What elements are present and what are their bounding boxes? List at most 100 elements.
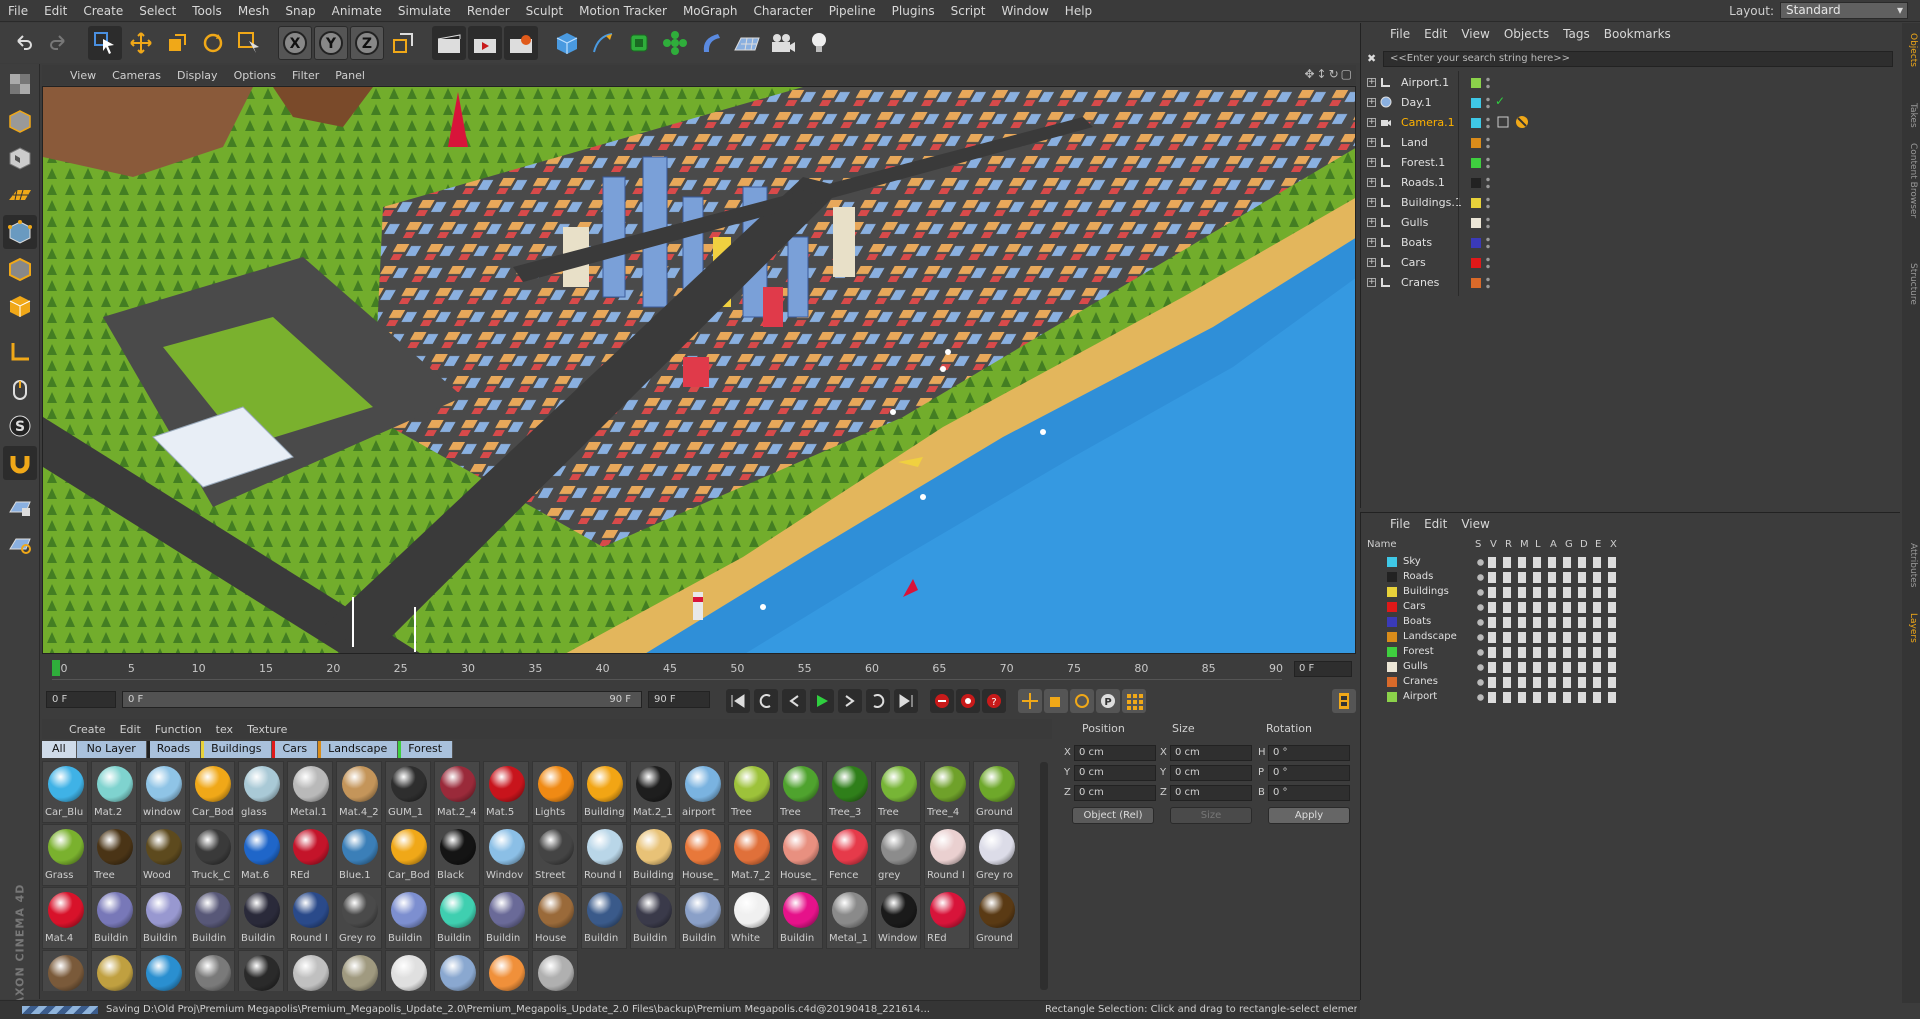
expand-toggle[interactable]: +: [1367, 178, 1376, 187]
object-row[interactable]: + Cranes: [1365, 273, 1895, 293]
material-swatch[interactable]: Tree: [777, 761, 823, 823]
size-y-field[interactable]: 0 cm: [1170, 765, 1252, 781]
material-swatch[interactable]: [238, 950, 284, 991]
next-frame-button[interactable]: [838, 689, 862, 713]
material-swatch[interactable]: Wood: [140, 824, 186, 886]
material-swatch[interactable]: Grey ro: [336, 887, 382, 949]
tweak-mode-button[interactable]: [3, 372, 37, 406]
material-swatch[interactable]: [91, 950, 137, 991]
material-swatch[interactable]: Buildin: [777, 887, 823, 949]
object-layer-color[interactable]: [1471, 158, 1481, 168]
lock-workplane-button[interactable]: [3, 527, 37, 561]
clear-search-icon[interactable]: ✖: [1367, 52, 1376, 65]
layers-menu-view[interactable]: View: [1454, 517, 1496, 531]
menu-mesh[interactable]: Mesh: [230, 0, 278, 22]
layer-row[interactable]: Boats: [1365, 615, 1895, 630]
render-picture-viewer-button[interactable]: [468, 26, 502, 60]
record-rotation-button[interactable]: [1070, 689, 1094, 713]
material-swatch[interactable]: Car_Blu: [42, 761, 88, 823]
object-layer-color[interactable]: [1471, 278, 1481, 288]
orbit-view-icon[interactable]: ↻: [1329, 67, 1339, 81]
make-editable-button[interactable]: [3, 67, 37, 101]
material-swatch[interactable]: airport: [679, 761, 725, 823]
object-row[interactable]: + Cars: [1365, 253, 1895, 273]
layer-column-v[interactable]: V: [1490, 539, 1497, 550]
render-view-button[interactable]: [432, 26, 466, 60]
material-swatch[interactable]: Buildin: [581, 887, 627, 949]
material-swatch[interactable]: Buildin: [140, 887, 186, 949]
menu-script[interactable]: Script: [943, 0, 994, 22]
expand-toggle[interactable]: +: [1367, 258, 1376, 267]
object-row[interactable]: + Land: [1365, 133, 1895, 153]
frame-range-slider[interactable]: 0 F 90 F: [122, 691, 642, 708]
expand-toggle[interactable]: +: [1367, 218, 1376, 227]
material-swatch[interactable]: Buildin: [91, 887, 137, 949]
layer-color-swatch[interactable]: [1387, 557, 1397, 567]
material-swatch[interactable]: Mat.2: [91, 761, 137, 823]
floor-button[interactable]: [730, 26, 764, 60]
undo-button[interactable]: [6, 26, 40, 60]
material-swatch[interactable]: Buildin: [434, 887, 480, 949]
3d-viewport[interactable]: [42, 86, 1356, 654]
menu-edit[interactable]: Edit: [36, 0, 75, 22]
material-swatch[interactable]: [434, 950, 480, 991]
record-button[interactable]: [930, 689, 954, 713]
material-swatch[interactable]: House_: [679, 824, 725, 886]
visibility-dots[interactable]: [1486, 156, 1490, 170]
next-keyframe-button[interactable]: [866, 689, 890, 713]
material-swatch[interactable]: [336, 950, 382, 991]
material-swatch[interactable]: Ground: [973, 887, 1019, 949]
filter-tab-roads[interactable]: Roads: [146, 741, 202, 758]
material-swatch[interactable]: Tree: [875, 761, 921, 823]
start-frame-field[interactable]: 0 F: [46, 691, 116, 708]
visibility-dots[interactable]: [1486, 96, 1490, 110]
layer-color-swatch[interactable]: [1387, 602, 1397, 612]
object-layer-color[interactable]: [1471, 98, 1481, 108]
points-mode-button[interactable]: [2, 215, 37, 249]
layer-row[interactable]: Buildings: [1365, 585, 1895, 600]
deformer-button[interactable]: [694, 26, 728, 60]
layer-color-swatch[interactable]: [1387, 662, 1397, 672]
material-swatch[interactable]: Building: [581, 761, 627, 823]
visibility-dots[interactable]: [1486, 136, 1490, 150]
object-layer-color[interactable]: [1471, 218, 1481, 228]
layer-toggles[interactable]: [1473, 617, 1623, 628]
object-search-input[interactable]: <<Enter your search string here>>: [1383, 51, 1893, 67]
record-position-button[interactable]: [1018, 689, 1042, 713]
object-row[interactable]: + Day.1 ✓: [1365, 93, 1895, 113]
size-x-field[interactable]: 0 cm: [1170, 745, 1252, 761]
material-swatch[interactable]: White: [728, 887, 774, 949]
menu-motion-tracker[interactable]: Motion Tracker: [571, 0, 675, 22]
recent-tools-button[interactable]: [232, 26, 266, 60]
menu-sculpt[interactable]: Sculpt: [518, 0, 571, 22]
material-swatch[interactable]: [483, 950, 529, 991]
layer-toggles[interactable]: [1473, 602, 1623, 613]
visibility-dots[interactable]: [1486, 76, 1490, 90]
layer-color-swatch[interactable]: [1387, 587, 1397, 597]
material-swatch[interactable]: Blue.1: [336, 824, 382, 886]
material-menu-edit[interactable]: Edit: [113, 723, 148, 736]
filter-tab-all[interactable]: All: [42, 741, 77, 758]
material-swatch[interactable]: [287, 950, 333, 991]
layer-toggles[interactable]: [1473, 662, 1623, 673]
material-swatch[interactable]: Mat.6: [238, 824, 284, 886]
layer-column-name[interactable]: Name: [1367, 539, 1397, 550]
end-frame-field[interactable]: 90 F: [648, 691, 710, 708]
material-swatch[interactable]: [140, 950, 186, 991]
material-swatch[interactable]: Round I: [287, 887, 333, 949]
material-swatch[interactable]: Building: [630, 824, 676, 886]
material-swatch[interactable]: Car_Bod: [189, 761, 235, 823]
material-swatch[interactable]: glass: [238, 761, 284, 823]
objects-menu-file[interactable]: File: [1383, 27, 1417, 41]
menu-file[interactable]: File: [0, 0, 36, 22]
object-layer-color[interactable]: [1471, 198, 1481, 208]
timeline-track[interactable]: 0 5 10 15 20 25 30 35 40 45 50 55 60 65 70 75 80 85 90: [52, 660, 1283, 680]
apply-button[interactable]: Apply: [1268, 807, 1350, 824]
coordinate-mode-select[interactable]: Object (Rel): [1072, 807, 1154, 824]
menu-plugins[interactable]: Plugins: [884, 0, 943, 22]
zoom-view-icon[interactable]: ↕: [1317, 67, 1327, 81]
material-swatch[interactable]: Buildin: [238, 887, 284, 949]
model-mode-button[interactable]: [3, 104, 37, 138]
polygons-mode-button[interactable]: [3, 289, 37, 323]
previous-keyframe-button[interactable]: [754, 689, 778, 713]
